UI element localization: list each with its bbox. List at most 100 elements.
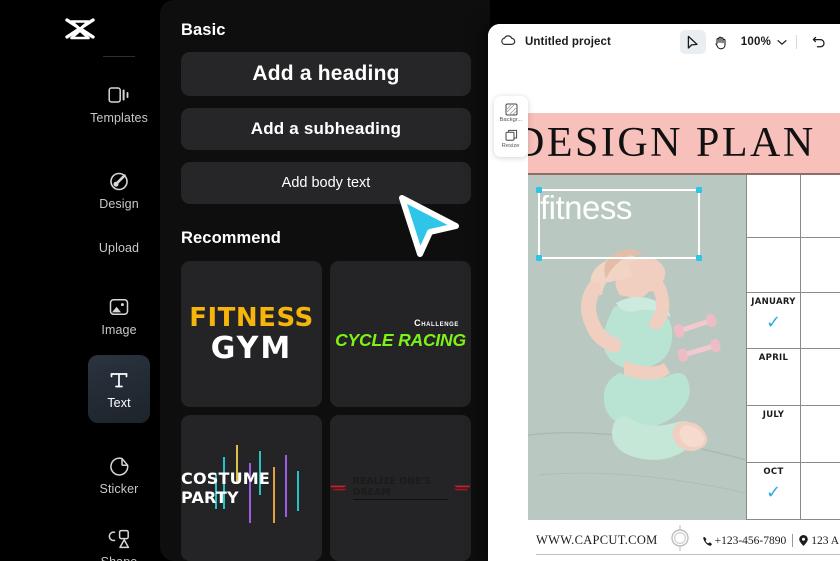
month-label: OCT: [763, 467, 784, 478]
selection-edge-right: [698, 189, 700, 259]
table-cell-blank: [801, 293, 840, 350]
sidebar-item-design[interactable]: Design: [88, 162, 150, 218]
shape-icon: [108, 527, 130, 551]
sidebar-item-label: Sticker: [99, 482, 139, 496]
table-cell-blank: [747, 238, 800, 293]
footer-rule: [536, 554, 840, 555]
table-cell-blank: [801, 463, 840, 520]
add-heading-button[interactable]: Add a heading: [181, 52, 471, 96]
table-row[interactable]: JANUARY ✓: [747, 293, 800, 350]
background-tool-label: Backgr...: [499, 116, 523, 124]
resize-handle-bottom-right[interactable]: [696, 255, 702, 261]
sidebar-item-label: Design: [99, 197, 139, 211]
add-body-text-button[interactable]: Add body text: [181, 162, 471, 204]
editor-canvas-area: Backgr... Resize DESIGN PLAN fitness JAN…: [488, 60, 840, 561]
templates-icon: [108, 83, 130, 107]
recommend-thumbnail-grid: FITNESS GYM Challenge CYCLE RACING COSTU…: [181, 261, 471, 561]
wing-left-icon: [330, 485, 347, 491]
list-item[interactable]: FITNESS GYM: [181, 261, 322, 407]
table-row[interactable]: JULY: [747, 406, 800, 464]
sidebar-item-sticker[interactable]: Sticker: [88, 447, 150, 503]
footer-address: 123 A: [799, 535, 839, 547]
resize-handle-top-left[interactable]: [536, 187, 542, 193]
list-item[interactable]: Challenge CYCLE RACING: [330, 261, 471, 407]
sidebar-item-label: Text: [107, 396, 131, 410]
table-row[interactable]: APRIL: [747, 349, 800, 407]
undo-button[interactable]: [806, 30, 832, 54]
table-cell-blank: [801, 175, 840, 238]
app-root: Templates Design Upload Image Text Stick…: [0, 0, 840, 561]
text-t-icon: [108, 368, 130, 392]
artboard-main: fitness JANUARY ✓ APRIL JULY OCT ✓: [528, 175, 840, 520]
sidebar-item-label: Shape: [101, 555, 138, 561]
thumb-line2: CYCLE RACING: [335, 329, 466, 350]
list-item[interactable]: COSTUME PARTY: [181, 415, 322, 561]
rail-divider: [103, 56, 135, 57]
month-column: JANUARY ✓ APRIL JULY OCT ✓: [746, 175, 800, 520]
recommend-section-heading: Recommend: [181, 229, 281, 247]
detail-column: [800, 175, 840, 520]
thumb-line1: Challenge: [414, 317, 459, 328]
resize-handle-bottom-left[interactable]: [536, 255, 542, 261]
thumb-line1: FITNESS: [189, 302, 314, 333]
background-icon: [505, 103, 517, 116]
wing-right-icon: [454, 485, 471, 491]
capcut-logo[interactable]: [0, 10, 160, 50]
toolbar-divider: [796, 35, 797, 49]
selection-edge-left: [538, 189, 540, 259]
chevron-down-icon[interactable]: [777, 33, 787, 51]
sidebar-item-shape[interactable]: Shape: [88, 520, 150, 561]
select-cursor-tool[interactable]: [679, 30, 706, 54]
table-cell-blank: [801, 238, 840, 293]
resize-tool-label: Resize: [502, 142, 520, 150]
editor-window: Untitled project 100% Backgr... Resize D…: [488, 24, 840, 561]
basic-section-heading: Basic: [181, 21, 226, 39]
selection-edge-bottom: [538, 257, 700, 259]
editor-toolbar: Untitled project 100%: [488, 24, 840, 60]
add-subheading-button[interactable]: Add a subheading: [181, 108, 471, 150]
sidebar-item-image[interactable]: Image: [88, 288, 150, 344]
yoga-photo[interactable]: fitness: [528, 175, 746, 520]
selection-edge-top: [538, 189, 700, 191]
project-title[interactable]: Untitled project: [525, 36, 611, 48]
sidebar-item-text[interactable]: Text: [88, 355, 150, 423]
artboard-footer: WWW.CAPCUT.COM +123-456-7890 123 A: [528, 520, 840, 561]
resize-handle-top-right[interactable]: [696, 187, 702, 193]
resize-icon: [505, 129, 517, 141]
table-cell-blank: [801, 349, 840, 407]
footer-address-text: 123 A: [811, 534, 840, 547]
table-cell-blank: [801, 406, 840, 464]
thumb-line1: COSTUME PARTY: [181, 469, 271, 507]
phone-icon: [702, 536, 712, 546]
cloud-save-icon: [500, 33, 516, 51]
capcut-logo-icon: [65, 18, 95, 40]
canvas-tool-card: Backgr... Resize: [494, 96, 528, 157]
check-icon: ✓: [765, 482, 782, 504]
text-panel: Basic Add a heading Add a subheading Add…: [160, 0, 490, 561]
left-rail: Templates Design Upload Image Text Stick…: [0, 0, 160, 561]
location-pin-icon: [799, 535, 809, 546]
editor-tool-group: 100%: [679, 24, 832, 60]
resize-tool[interactable]: Resize: [494, 127, 528, 151]
sidebar-item-upload[interactable]: Upload: [88, 228, 150, 268]
artboard-header: DESIGN PLAN: [528, 113, 840, 173]
sticker-icon: [109, 454, 130, 478]
background-tool[interactable]: Backgr...: [494, 101, 528, 125]
month-label: JANUARY: [751, 296, 796, 307]
design-brush-icon: [108, 169, 130, 193]
circle-logo-icon: [670, 525, 690, 556]
thumb-line2: GYM: [210, 330, 293, 366]
footer-divider: [792, 534, 794, 547]
month-label: APRIL: [758, 353, 789, 364]
month-label: JULY: [762, 410, 785, 421]
text-selection-box[interactable]: [536, 187, 702, 261]
footer-phone: +123-456-7890: [702, 535, 786, 547]
sidebar-item-label: Templates: [90, 111, 148, 125]
table-row[interactable]: OCT ✓: [747, 463, 800, 520]
zoom-level: 100%: [740, 36, 771, 48]
plan-table: JANUARY ✓ APRIL JULY OCT ✓: [746, 175, 840, 520]
sidebar-item-templates[interactable]: Templates: [88, 76, 150, 132]
artboard[interactable]: DESIGN PLAN fitness JANUARY ✓ APRIL JULY…: [528, 113, 840, 561]
hand-pan-tool[interactable]: [708, 30, 734, 54]
list-item[interactable]: REALIZE ONE'S DREAM: [330, 415, 471, 561]
